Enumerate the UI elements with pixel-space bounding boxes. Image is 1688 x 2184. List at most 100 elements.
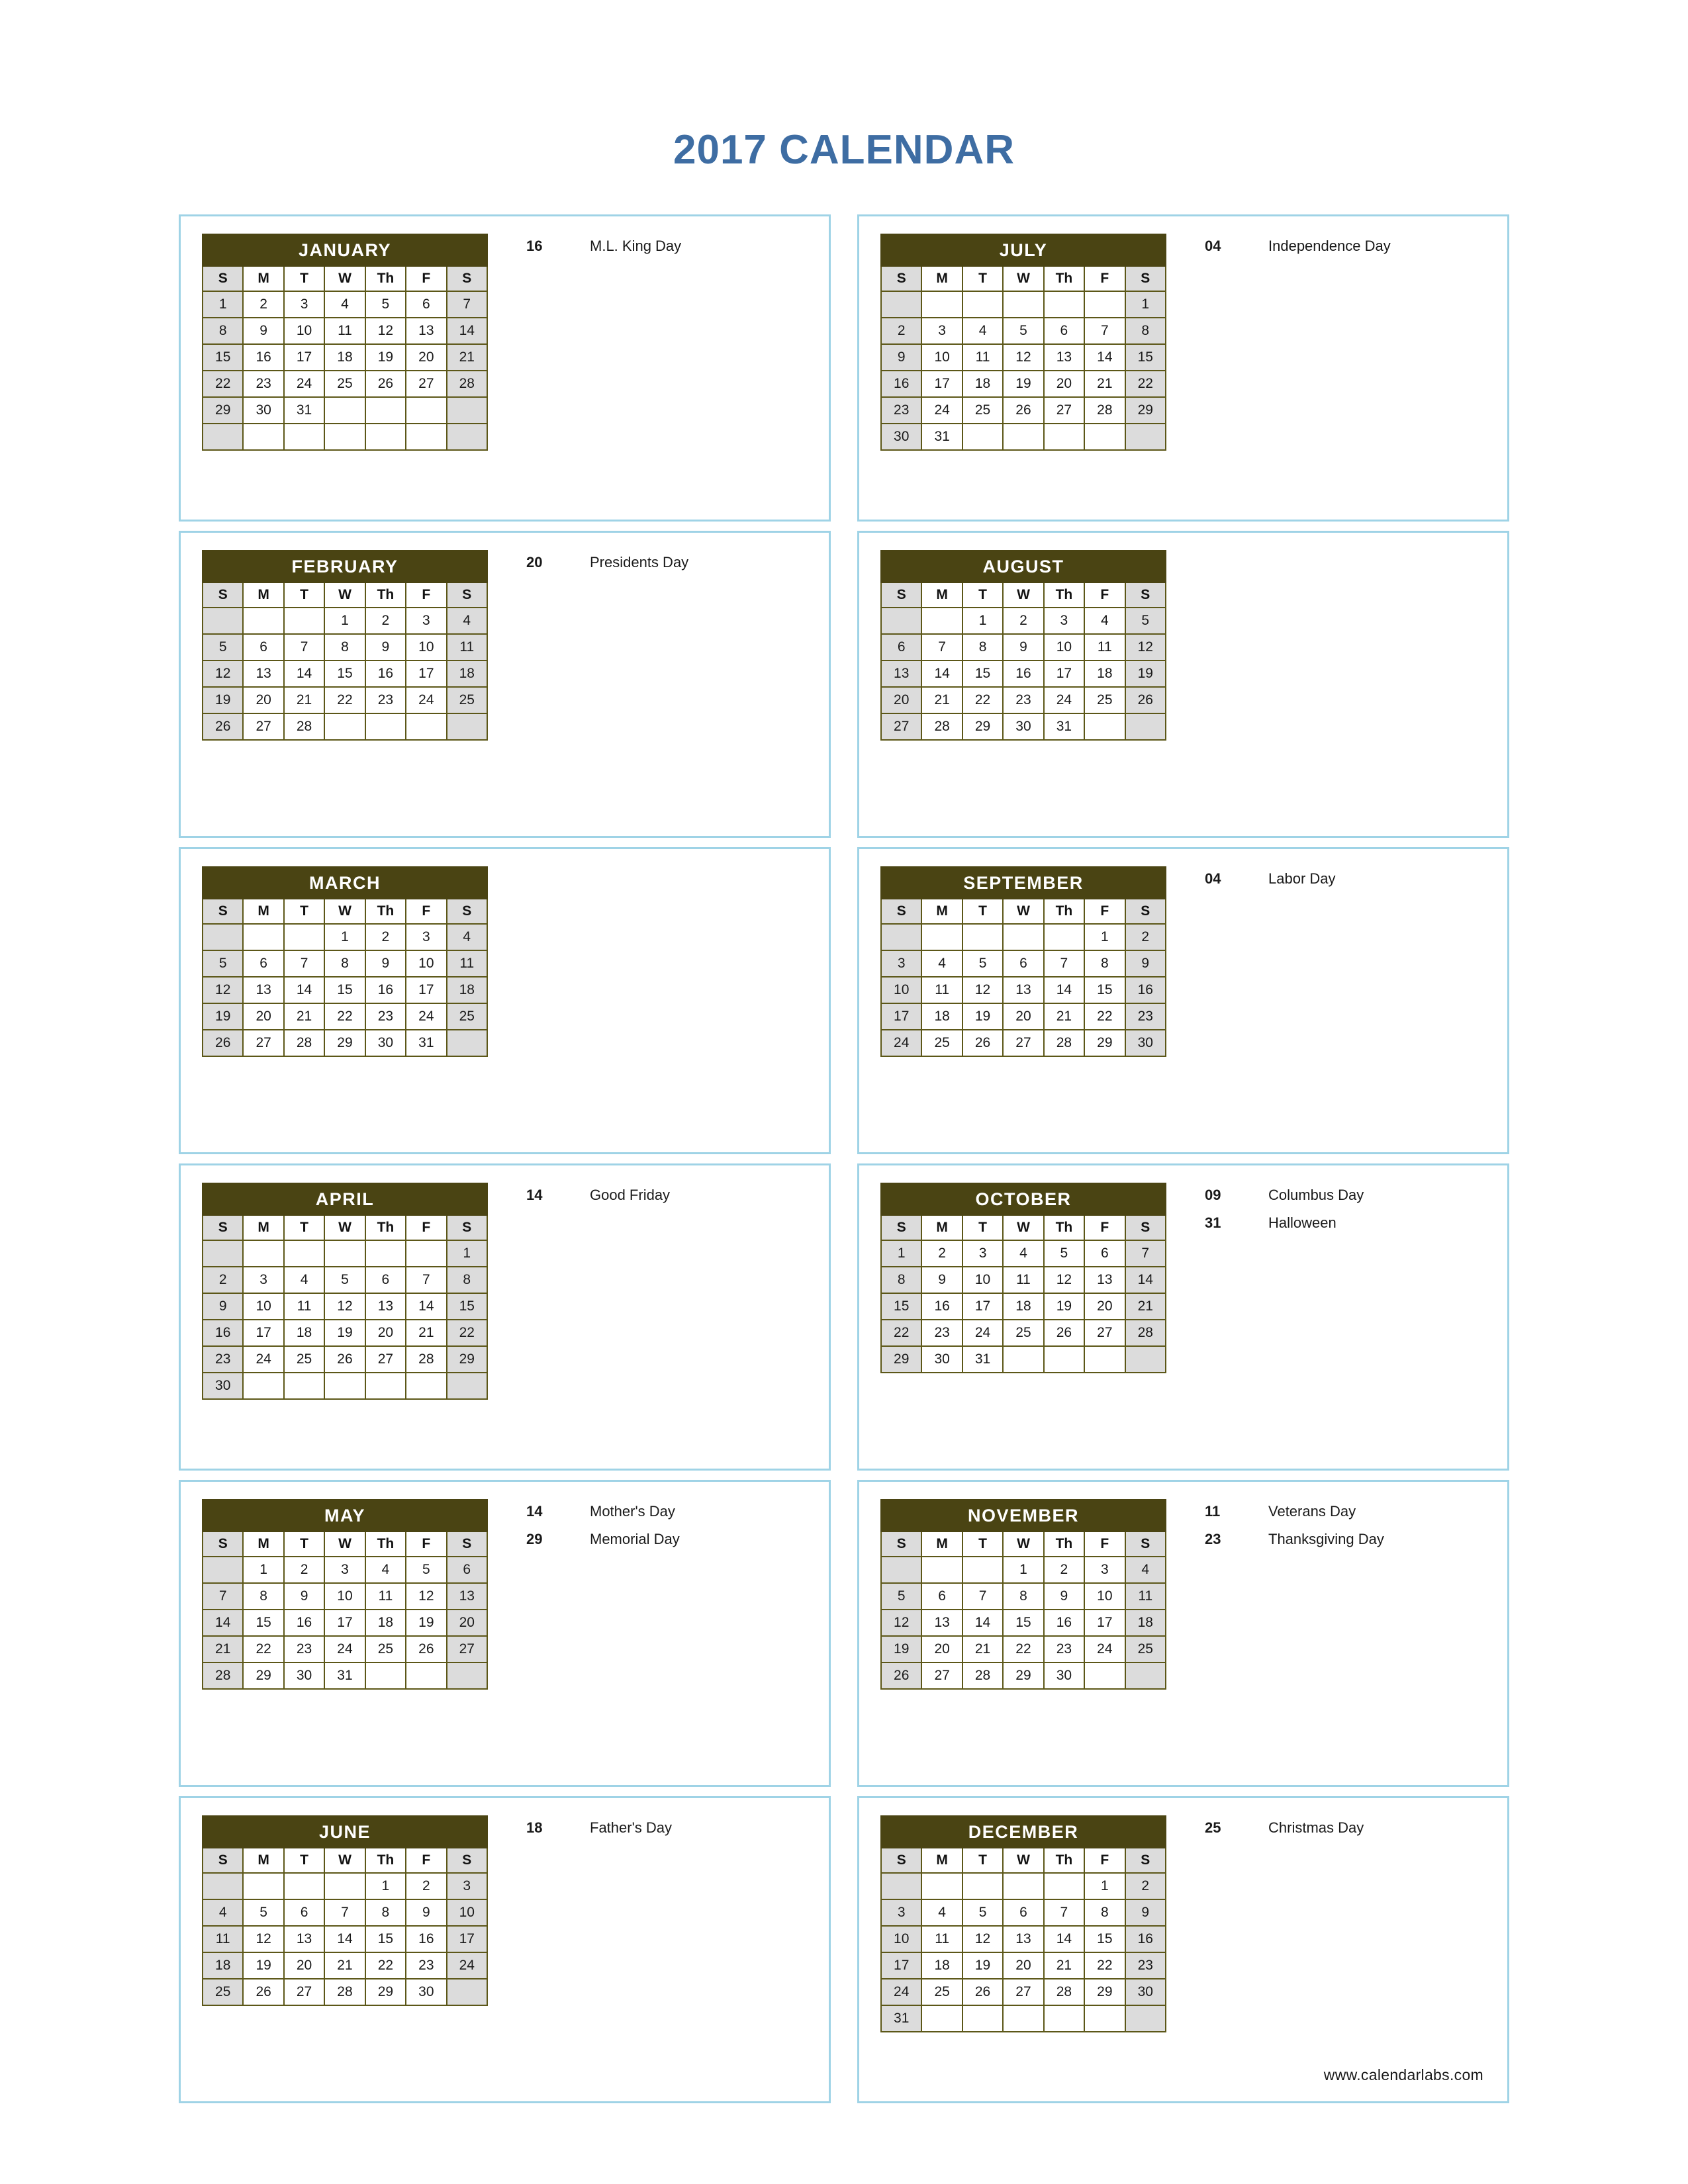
weekday-header-0: S	[201, 1847, 244, 1874]
weekday-header-1: M	[242, 582, 285, 608]
day-cell	[283, 607, 326, 635]
day-cell-2: 2	[283, 1556, 326, 1584]
day-cell-17: 17	[1084, 1609, 1126, 1637]
day-cell-5: 5	[1002, 317, 1045, 345]
weekday-header-4: Th	[1043, 898, 1086, 925]
day-cell	[445, 1662, 489, 1690]
day-cell-15: 15	[324, 660, 366, 688]
month-name: MARCH	[202, 866, 488, 899]
day-cell	[242, 1872, 285, 1900]
weekday-header-1: M	[921, 1531, 963, 1557]
day-cell-25: 25	[445, 686, 489, 714]
day-cell	[880, 607, 923, 635]
day-cell	[1124, 2005, 1167, 2032]
weekday-header-0: S	[880, 898, 923, 925]
week-row: 28 29 30 31	[201, 1662, 489, 1690]
day-cell-25: 25	[201, 1978, 244, 2006]
day-cell-28: 28	[961, 1662, 1004, 1690]
weekday-header-0: S	[201, 1531, 244, 1557]
holiday-row: 20 Presidents Day	[526, 555, 829, 570]
weekday-header-3: W	[324, 1847, 366, 1874]
day-cell	[283, 1240, 326, 1267]
month-table-wrapper: JUNE S M T W Th F S 1 2 3 4 5 6 7 8 9 10 11 12 13 14 15 16 17 18 1…	[201, 1815, 489, 2006]
day-cell-25: 25	[921, 1029, 963, 1057]
day-cell	[921, 1872, 963, 1900]
day-cell	[1043, 423, 1086, 451]
day-cell-16: 16	[880, 370, 923, 398]
day-cell-26: 26	[324, 1345, 366, 1373]
day-cell-4: 4	[364, 1556, 407, 1584]
day-cell-17: 17	[324, 1609, 366, 1637]
weekday-header-1: M	[921, 1847, 963, 1874]
month-table: SEPTEMBER S M T W Th F S 1 2 3 4 5 6 7 8 9 10 11 12 13 14 15 16…	[880, 866, 1167, 1057]
day-cell-4: 4	[961, 317, 1004, 345]
holiday-date: 16	[526, 238, 543, 254]
day-cell-2: 2	[880, 317, 923, 345]
holiday-list: 04 Independence Day	[1166, 234, 1507, 267]
week-row: 1234567	[201, 291, 489, 318]
day-cell	[1124, 1345, 1167, 1373]
day-cell-30: 30	[1043, 1662, 1086, 1690]
day-cell-23: 23	[405, 1952, 447, 1979]
month-header-row: AUGUST	[880, 550, 1166, 583]
holiday-list: 14 Mother's Day 29 Memorial Day	[488, 1499, 829, 1560]
day-cell-24: 24	[961, 1319, 1004, 1347]
month-table-wrapper: APRIL S M T W Th F S 1 2 3 4 5 6 7 8 9 10 11 12 13 14 15 16 17 18…	[201, 1183, 489, 1400]
holiday-name: Columbus Day	[1268, 1187, 1364, 1203]
holiday-name: Mother's Day	[590, 1503, 675, 1520]
day-cell-7: 7	[1043, 1899, 1086, 1927]
day-cell	[1002, 2005, 1045, 2032]
day-cell-2: 2	[1124, 1872, 1167, 1900]
week-row: 18 19 20 21 22 23 24	[201, 1952, 489, 1979]
day-cell-25: 25	[1002, 1319, 1045, 1347]
day-cell-4: 4	[324, 291, 366, 318]
weekday-header-6: S	[1124, 1847, 1167, 1874]
day-cell-14: 14	[1043, 1925, 1086, 1953]
month-panel-december: DECEMBER S M T W Th F S 1 2 3 4 5 6 7 8 9 10 11 12 13 14 15 16 1…	[857, 1796, 1509, 2103]
weekday-header-5: F	[405, 582, 447, 608]
day-cell	[405, 1240, 447, 1267]
day-cell	[961, 1556, 1004, 1584]
weekday-header-3: W	[324, 265, 366, 292]
week-row: 27 28 29 30 31	[880, 713, 1167, 741]
day-cell-21: 21	[445, 343, 489, 371]
week-row: 8 9 10 11 12 13 14	[880, 1266, 1167, 1294]
day-cell-8: 8	[324, 633, 366, 661]
weekday-header-row: S M T W Th F S	[201, 1214, 489, 1241]
weekday-header-1: M	[921, 582, 963, 608]
weekday-header-row: S M T W Th F S	[880, 1847, 1167, 1874]
weekday-header-6: S	[1124, 898, 1167, 925]
day-cell-24: 24	[324, 1635, 366, 1663]
month-table: JANUARY S M T W Th F S 1 2 3 4 5 6 7 8 9 10 11 12 13 14 15 16 17…	[201, 234, 489, 451]
weekday-header-2: T	[961, 265, 1004, 292]
day-cell-30: 30	[921, 1345, 963, 1373]
weekday-header-1: M	[242, 265, 285, 292]
week-row: 1234	[201, 607, 489, 635]
day-cell-12: 12	[1002, 343, 1045, 371]
day-cell-15: 15	[961, 660, 1004, 688]
day-cell-29: 29	[1002, 1662, 1045, 1690]
holiday-name: Good Friday	[590, 1187, 671, 1203]
day-cell	[961, 923, 1004, 951]
day-cell	[283, 923, 326, 951]
day-cell-3: 3	[405, 923, 447, 951]
day-cell-20: 20	[1002, 1952, 1045, 1979]
day-cell-17: 17	[1043, 660, 1086, 688]
week-row: 24 25 26 27 28 29 30	[880, 1978, 1167, 2006]
day-cell-12: 12	[201, 660, 244, 688]
weekday-header-3: W	[324, 1214, 366, 1241]
week-row: 17 18 19 20 21 22 23	[880, 1003, 1167, 1030]
day-cell-21: 21	[1124, 1293, 1167, 1320]
site-credit[interactable]: www.calendarlabs.com	[1324, 2066, 1483, 2084]
day-cell-8: 8	[880, 1266, 923, 1294]
weekday-header-5: F	[1084, 582, 1126, 608]
day-cell-23: 23	[1124, 1003, 1167, 1030]
day-cell-22: 22	[201, 370, 244, 398]
week-row: 1234	[201, 923, 489, 951]
day-cell	[201, 1556, 244, 1584]
day-cell-23: 23	[1043, 1635, 1086, 1663]
day-cell-31: 31	[880, 2005, 923, 2032]
day-cell-20: 20	[405, 343, 447, 371]
day-cell	[1124, 1662, 1167, 1690]
day-cell-17: 17	[242, 1319, 285, 1347]
